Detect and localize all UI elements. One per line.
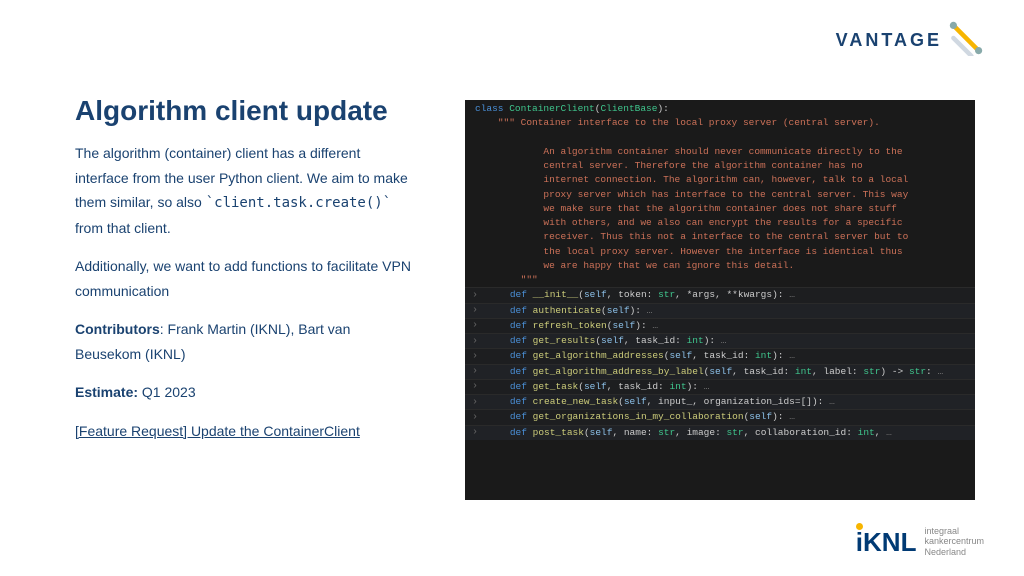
docstring-line: the local proxy server. However the inte… xyxy=(465,245,975,259)
class-decl: class ContainerClient(ClientBase): xyxy=(465,102,975,116)
method-sig: def authenticate(self): … xyxy=(485,304,975,318)
method-sig: def __init__(self, token: str, *args, **… xyxy=(485,288,975,302)
docstring-line: An algorithm container should never comm… xyxy=(465,145,975,159)
fold-chevron-icon[interactable]: › xyxy=(465,366,485,377)
estimate-label: Estimate: xyxy=(75,384,138,400)
intro-para: The algorithm (container) client has a d… xyxy=(75,141,415,240)
method-row[interactable]: › def get_algorithm_address_by_label(sel… xyxy=(465,364,975,379)
docstring-line xyxy=(465,131,975,145)
method-row[interactable]: › def __init__(self, token: str, *args, … xyxy=(465,287,975,302)
vantage-icon xyxy=(948,20,984,61)
method-row[interactable]: › def post_task(self, name: str, image: … xyxy=(465,425,975,440)
sub-l3: Nederland xyxy=(924,547,984,558)
method-sig: def post_task(self, name: str, image: st… xyxy=(485,426,975,440)
docstring-line: internet connection. The algorithm can, … xyxy=(465,173,975,187)
docstring-line: we are happy that we can ignore this det… xyxy=(465,259,975,273)
brand-logo: VANTAGE xyxy=(836,20,984,61)
docstring-line: we make sure that the algorithm containe… xyxy=(465,202,975,216)
method-sig: def get_algorithm_address_by_label(self,… xyxy=(485,365,975,379)
docstring-line: """ xyxy=(465,273,975,287)
method-row[interactable]: › def authenticate(self): … xyxy=(465,303,975,318)
method-sig: def get_results(self, task_id: int): … xyxy=(485,334,975,348)
method-sig: def get_organizations_in_my_collaboratio… xyxy=(485,410,975,424)
method-row[interactable]: › def get_task(self, task_id: int): … xyxy=(465,379,975,394)
docstring-line: central server. Therefore the algorithm … xyxy=(465,159,975,173)
text-column: Algorithm client update The algorithm (c… xyxy=(75,95,415,457)
method-row[interactable]: › def create_new_task(self, input_, orga… xyxy=(465,394,975,409)
dot-icon xyxy=(856,523,863,530)
docstring-line: receiver. Thus this not a interface to t… xyxy=(465,230,975,244)
method-sig: def refresh_token(self): … xyxy=(485,319,975,333)
docstring-line: proxy server which has interface to the … xyxy=(465,188,975,202)
fold-chevron-icon[interactable]: › xyxy=(465,427,485,438)
contrib-label: Contributors xyxy=(75,321,160,337)
docstring-line: """ Container interface to the local pro… xyxy=(465,116,975,130)
page-title: Algorithm client update xyxy=(75,95,415,127)
para1-b: from that client. xyxy=(75,220,171,236)
fold-chevron-icon[interactable]: › xyxy=(465,305,485,316)
method-sig: def get_algorithm_addresses(self, task_i… xyxy=(485,349,975,363)
method-row[interactable]: › def get_results(self, task_id: int): … xyxy=(465,333,975,348)
feature-request-link[interactable]: [Feature Request] Update the ContainerCl… xyxy=(75,419,415,444)
fold-chevron-icon[interactable]: › xyxy=(465,290,485,301)
para-vpn: Additionally, we want to add functions t… xyxy=(75,254,415,303)
contributors: Contributors: Frank Martin (IKNL), Bart … xyxy=(75,317,415,366)
iknl-text: iKNL xyxy=(856,527,917,557)
code-snippet: class ContainerClient(ClientBase): """ C… xyxy=(465,100,975,500)
estimate-text: Q1 2023 xyxy=(138,384,196,400)
fold-chevron-icon[interactable]: › xyxy=(465,320,485,331)
sub-l1: integraal xyxy=(924,526,984,537)
brand-name: VANTAGE xyxy=(836,30,942,51)
method-row[interactable]: › def get_organizations_in_my_collaborat… xyxy=(465,409,975,424)
iknl-mark: iKNL xyxy=(856,529,917,555)
inline-code: `client.task.create()` xyxy=(206,195,391,211)
method-sig: def get_task(self, task_id: int): … xyxy=(485,380,975,394)
fold-chevron-icon[interactable]: › xyxy=(465,397,485,408)
fold-chevron-icon[interactable]: › xyxy=(465,381,485,392)
footer-logo: iKNL integraal kankercentrum Nederland xyxy=(856,526,984,558)
fold-chevron-icon[interactable]: › xyxy=(465,336,485,347)
fold-chevron-icon[interactable]: › xyxy=(465,412,485,423)
method-row[interactable]: › def get_algorithm_addresses(self, task… xyxy=(465,348,975,363)
method-sig: def create_new_task(self, input_, organi… xyxy=(485,395,975,409)
iknl-subtitle: integraal kankercentrum Nederland xyxy=(924,526,984,558)
link-text[interactable]: [Feature Request] Update the ContainerCl… xyxy=(75,423,360,439)
sub-l2: kankercentrum xyxy=(924,536,984,547)
docstring-line: with others, and we also can encrypt the… xyxy=(465,216,975,230)
fold-chevron-icon[interactable]: › xyxy=(465,351,485,362)
estimate: Estimate: Q1 2023 xyxy=(75,380,415,405)
method-row[interactable]: › def refresh_token(self): … xyxy=(465,318,975,333)
